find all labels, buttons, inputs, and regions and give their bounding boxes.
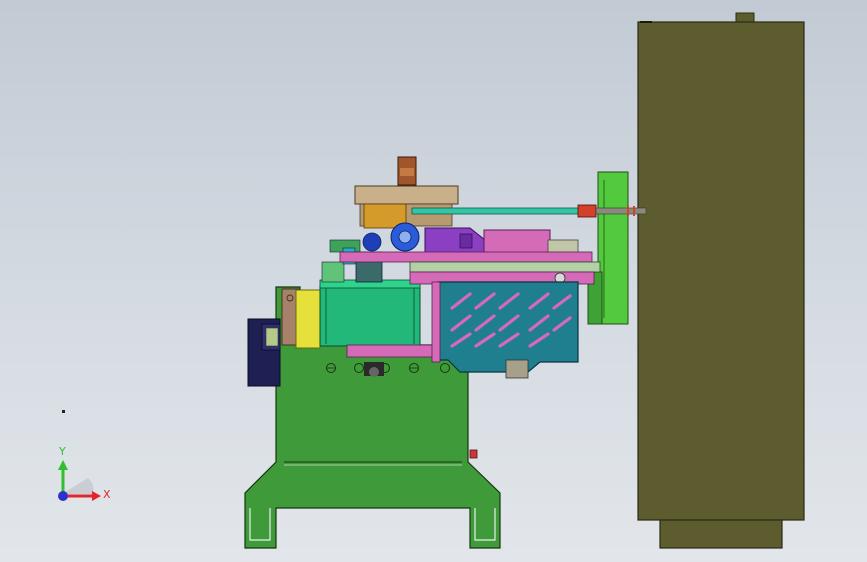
coordinate-triad: Y X (58, 445, 111, 501)
x-axis-label: X (103, 488, 111, 501)
y-axis-label: Y (58, 445, 66, 458)
side-bracket[interactable] (587, 171, 629, 325)
side-motor[interactable] (247, 318, 281, 387)
perforated-cover[interactable] (431, 281, 579, 379)
origin-marker (62, 410, 65, 413)
assembly-drawing: Y X (58, 12, 805, 549)
cad-viewport[interactable]: Y X (0, 0, 867, 562)
drum-assembly[interactable] (281, 279, 438, 358)
electrical-cabinet[interactable] (637, 12, 805, 549)
